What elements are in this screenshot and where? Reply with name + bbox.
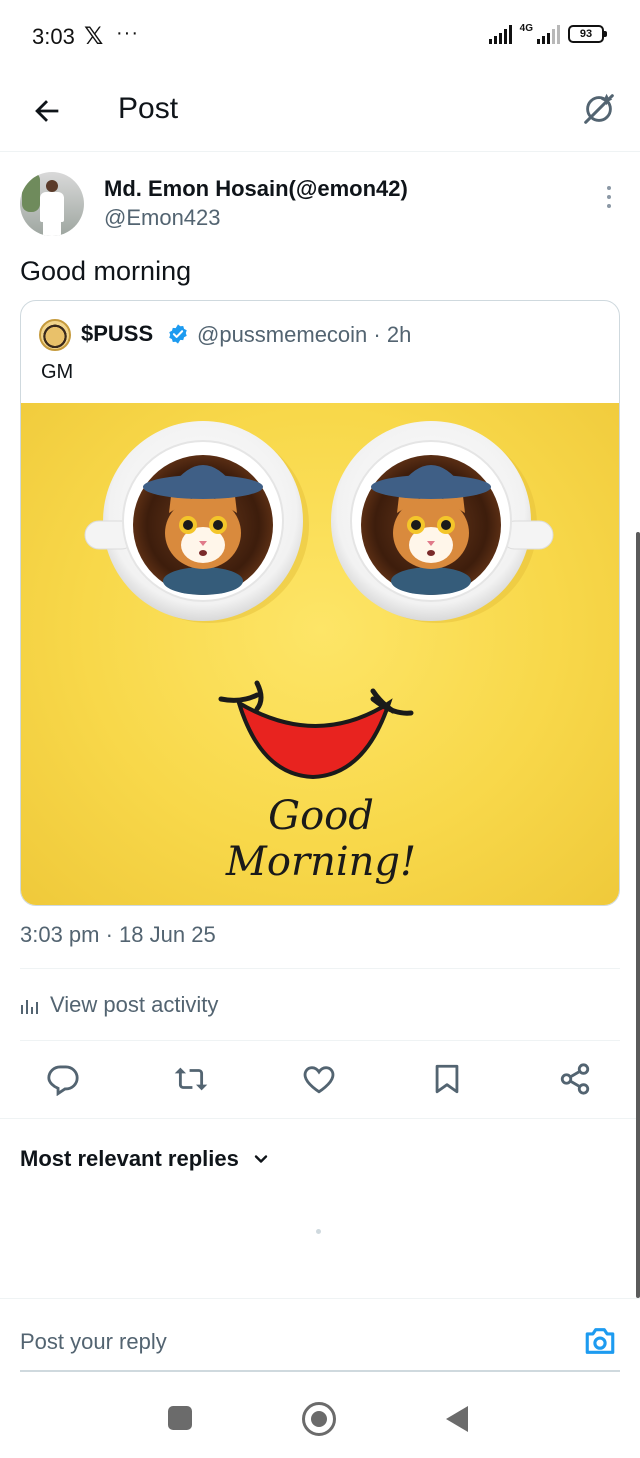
battery-level: 93 xyxy=(579,28,593,40)
back-arrow-icon[interactable] xyxy=(30,94,64,128)
quoted-author-avatar[interactable] xyxy=(39,319,71,351)
page-title: Post xyxy=(118,92,179,125)
like-icon[interactable] xyxy=(302,1062,336,1096)
recent-apps-button[interactable] xyxy=(168,1406,192,1430)
section-divider xyxy=(0,1118,640,1119)
left-coffee-cup xyxy=(84,421,309,623)
home-button[interactable] xyxy=(302,1402,336,1436)
loading-indicator xyxy=(316,1229,321,1234)
author-avatar[interactable] xyxy=(20,172,84,236)
author-handle[interactable]: @Emon423 xyxy=(104,205,221,231)
reply-input[interactable] xyxy=(20,1322,540,1362)
smile-illustration xyxy=(218,680,414,780)
reply-input-underline xyxy=(20,1370,620,1372)
divider xyxy=(20,968,620,969)
author-name[interactable]: Md. Emon Hosain(@emon42) xyxy=(104,176,408,202)
status-indicators: 4G 93 xyxy=(488,22,607,44)
analytics-icon xyxy=(21,1000,38,1014)
network-type: 4G xyxy=(519,22,533,34)
signal-2-icon xyxy=(537,24,560,44)
more-notifications-icon: ··· xyxy=(116,22,139,44)
chevron-down-icon xyxy=(254,1155,268,1163)
image-caption: Good Morning! xyxy=(225,793,417,885)
replies-sort-dropdown[interactable]: Most relevant replies xyxy=(20,1146,269,1172)
more-options-icon[interactable] xyxy=(606,186,612,210)
replies-sort-label[interactable]: Most relevant replies xyxy=(20,1146,239,1172)
bookmark-icon[interactable] xyxy=(430,1062,464,1096)
grok-icon[interactable] xyxy=(580,90,618,128)
quoted-image[interactable]: Good Morning! xyxy=(21,403,619,905)
x-app-icon: 𝕏 xyxy=(84,23,104,50)
right-coffee-cup xyxy=(331,421,554,623)
scrollbar[interactable] xyxy=(636,532,640,1298)
quoted-handle-time: @pussmemecoin · 2h xyxy=(197,322,412,347)
status-time: 3:03 xyxy=(32,24,75,49)
quoted-text: GM xyxy=(41,361,74,383)
post-actions-bar xyxy=(0,1058,640,1102)
post-text: Good morning xyxy=(20,256,192,286)
battery-icon: 93 xyxy=(568,25,607,43)
reply-icon[interactable] xyxy=(46,1062,80,1096)
quoted-post-card[interactable]: $PUSS @pussmemecoin · 2h GM Good Morning… xyxy=(20,300,620,906)
verified-badge-icon xyxy=(169,324,187,344)
repost-icon[interactable] xyxy=(174,1062,208,1096)
status-bar: 3:03 𝕏 ··· 4G 93 xyxy=(0,0,640,76)
quoted-author-name[interactable]: $PUSS xyxy=(81,321,153,347)
top-app-bar: Post xyxy=(0,76,640,152)
signal-icon xyxy=(488,24,512,44)
system-back-button[interactable] xyxy=(446,1406,468,1432)
view-post-activity-label[interactable]: View post activity xyxy=(50,992,218,1018)
share-icon[interactable] xyxy=(558,1062,592,1096)
post-timestamp: 3:03 pm · 18 Jun 25 xyxy=(20,922,216,947)
camera-icon[interactable] xyxy=(582,1324,618,1358)
reply-bar-divider xyxy=(0,1298,640,1299)
divider xyxy=(20,1040,620,1041)
view-post-activity[interactable]: View post activity xyxy=(20,992,218,1018)
